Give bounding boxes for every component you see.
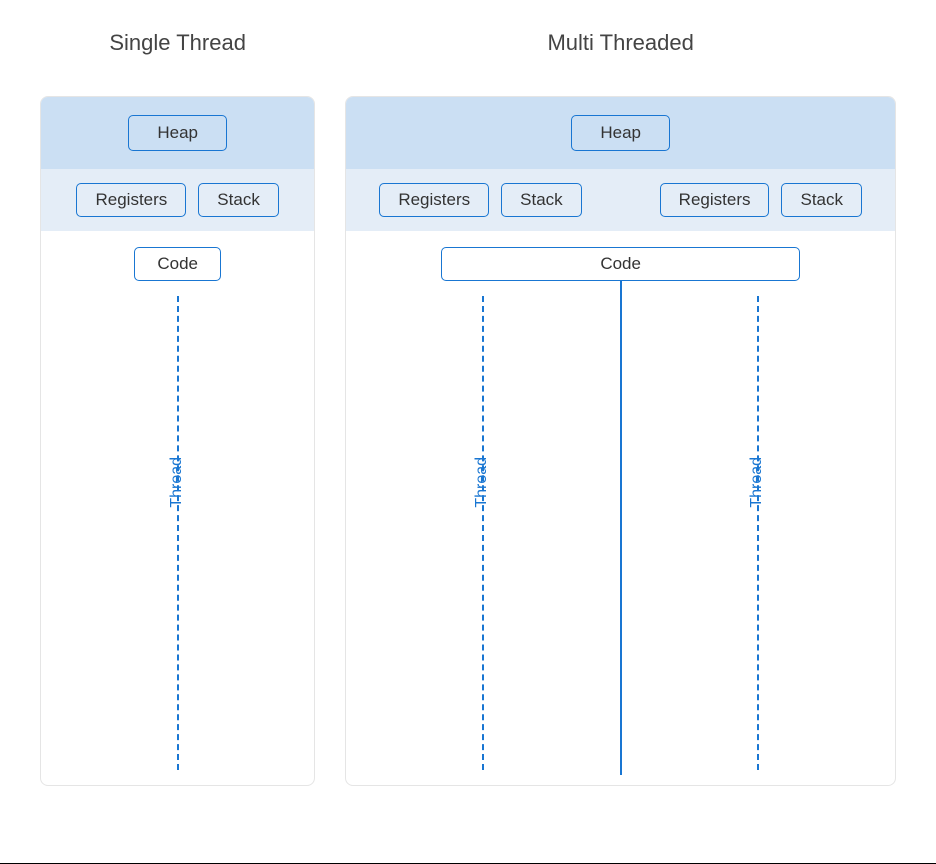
registers-stack-band: Registers Stack Registers Stack <box>346 169 895 231</box>
multi-thread-title: Multi Threaded <box>547 30 693 56</box>
registers-stack-band: Registers Stack <box>41 169 314 231</box>
threading-diagram: Single Thread Heap Registers Stack Code … <box>0 0 936 786</box>
registers-box: Registers <box>379 183 489 217</box>
thread-2-dashed-line <box>757 296 759 770</box>
code-row: Code <box>346 231 895 281</box>
stack-box: Stack <box>501 183 582 217</box>
single-thread-process-card: Heap Registers Stack Code Thread <box>40 96 315 786</box>
multi-thread-column: Multi Threaded Heap Registers Stack Regi… <box>345 30 896 786</box>
thread-label: Thread <box>168 457 186 508</box>
registers-box: Registers <box>660 183 770 217</box>
single-thread-title: Single Thread <box>109 30 246 56</box>
code-box: Code <box>441 247 800 281</box>
heap-box: Heap <box>128 115 227 151</box>
stack-box: Stack <box>198 183 279 217</box>
code-box: Code <box>134 247 221 281</box>
heap-band: Heap <box>346 97 895 169</box>
multi-thread-process-card: Heap Registers Stack Registers Stack Cod… <box>345 96 896 786</box>
heap-box: Heap <box>571 115 670 151</box>
stack-box: Stack <box>781 183 862 217</box>
thread-1-regs-stack: Registers Stack <box>346 183 614 217</box>
thread-2-regs-stack: Registers Stack <box>627 183 895 217</box>
thread-1-dashed-line <box>482 296 484 770</box>
heap-band: Heap <box>41 97 314 169</box>
thread-area: Thread <box>41 281 314 785</box>
thread-1-label: Thread <box>473 457 491 508</box>
thread-dashed-line <box>177 296 179 770</box>
thread-2-label: Thread <box>748 457 766 508</box>
code-row: Code <box>41 231 314 281</box>
single-thread-column: Single Thread Heap Registers Stack Code … <box>40 30 315 786</box>
thread-area: Thread Thread <box>346 281 895 785</box>
registers-box: Registers <box>76 183 186 217</box>
